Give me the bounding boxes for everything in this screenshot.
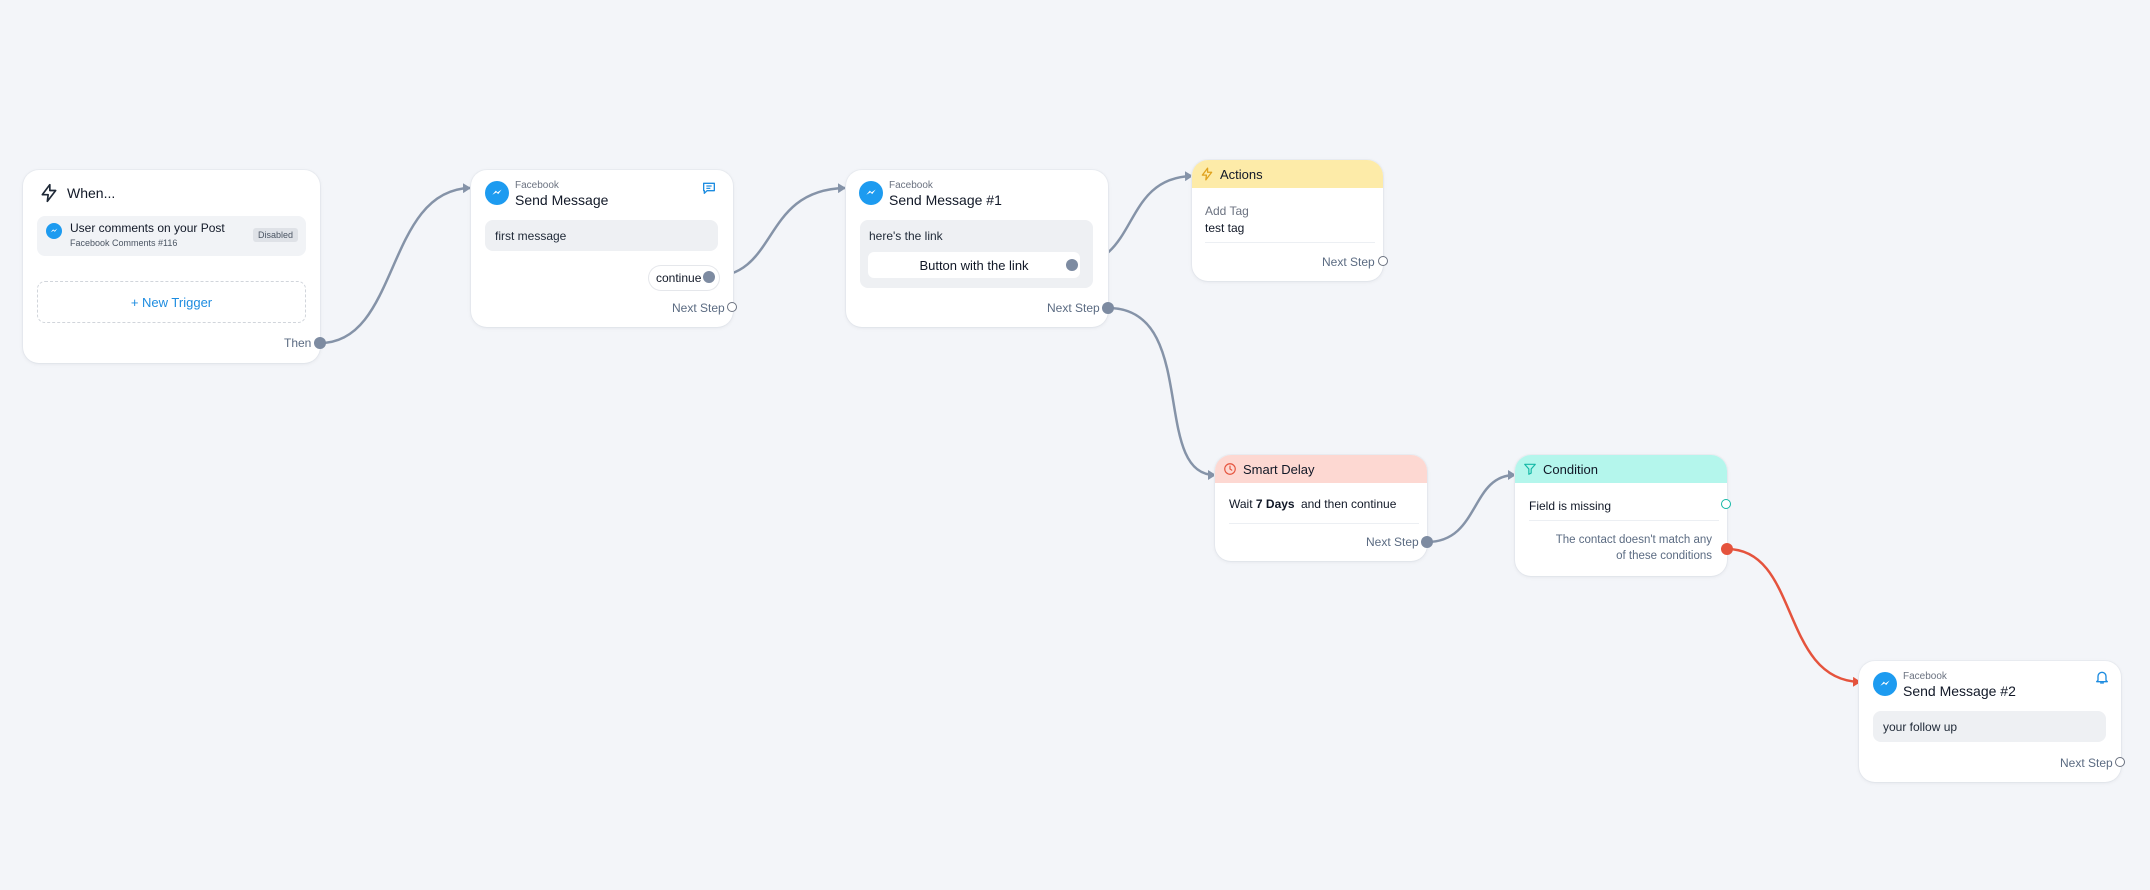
link-button[interactable]: Button with the link bbox=[868, 252, 1080, 278]
actions-title: Actions bbox=[1220, 166, 1263, 182]
trigger-item[interactable]: User comments on your Post Facebook Comm… bbox=[37, 216, 306, 256]
trigger-item-subtitle: Facebook Comments #116 bbox=[70, 238, 178, 248]
then-label: Then bbox=[284, 336, 312, 350]
bolt-icon bbox=[39, 183, 59, 208]
smart-delay-header: Smart Delay bbox=[1215, 455, 1427, 483]
trigger-title: When... bbox=[67, 185, 116, 201]
action-value: test tag bbox=[1205, 221, 1245, 235]
smart-delay-title: Smart Delay bbox=[1243, 461, 1315, 477]
continue-port[interactable] bbox=[703, 271, 715, 283]
link-button-label: Button with the link bbox=[919, 258, 1029, 273]
send-message-1-node[interactable]: Facebook Send Message #1 here's the link… bbox=[846, 170, 1114, 327]
edge-send-message-1-to-smart-delay bbox=[1107, 306, 1216, 480]
platform-label: Facebook bbox=[889, 180, 933, 191]
action-type: Add Tag bbox=[1205, 204, 1249, 218]
platform-label: Facebook bbox=[1903, 671, 1947, 682]
next-step-port[interactable] bbox=[2115, 757, 2125, 767]
send-message-2-node[interactable]: Facebook Send Message #2 your follow up … bbox=[1859, 661, 2125, 782]
messenger-icon bbox=[1873, 672, 1897, 696]
next-step-label: Next Step bbox=[672, 301, 725, 315]
link-button-port[interactable] bbox=[1066, 259, 1078, 271]
condition-else-port[interactable] bbox=[1721, 543, 1733, 555]
message-bubble[interactable]: first message bbox=[485, 220, 718, 251]
message-bubble[interactable]: here's the link Button with the link bbox=[860, 220, 1093, 288]
trigger-node[interactable]: When... User comments on your Post Faceb… bbox=[23, 170, 326, 363]
condition-else-line1: The contact doesn't match any bbox=[1555, 534, 1712, 546]
actions-node[interactable]: Actions Add Tag test tag Next Step bbox=[1192, 160, 1388, 281]
status-badge: Disabled bbox=[253, 228, 299, 242]
chat-bubble-icon[interactable] bbox=[701, 180, 717, 201]
delay-description: Wait 7 Days and then continue bbox=[1229, 497, 1396, 511]
message-text: first message bbox=[495, 229, 567, 243]
message-text: here's the link bbox=[869, 229, 943, 243]
condition-else-line2: of these conditions bbox=[1616, 550, 1712, 562]
messenger-icon bbox=[46, 223, 62, 239]
divider bbox=[1229, 523, 1419, 524]
actions-bolt-icon bbox=[1200, 167, 1214, 181]
platform-label: Facebook bbox=[515, 180, 559, 191]
node-title: Send Message #2 bbox=[1903, 683, 2016, 699]
next-step-port[interactable] bbox=[1378, 256, 1388, 266]
trigger-item-title: User comments on your Post bbox=[70, 221, 225, 235]
then-port[interactable] bbox=[314, 337, 326, 349]
condition-title: Condition bbox=[1543, 461, 1598, 477]
next-step-port[interactable] bbox=[727, 302, 737, 312]
actions-header: Actions bbox=[1192, 160, 1383, 188]
send-message-node[interactable]: Facebook Send Message first message cont… bbox=[471, 170, 737, 327]
condition-true-port[interactable] bbox=[1721, 499, 1731, 509]
divider bbox=[1205, 242, 1375, 243]
next-step-label: Next Step bbox=[1047, 301, 1100, 315]
next-step-label: Next Step bbox=[2060, 756, 2113, 770]
delay-duration[interactable]: 7 Days bbox=[1256, 497, 1295, 511]
delay-prefix: Wait bbox=[1229, 497, 1253, 511]
next-step-port[interactable] bbox=[1421, 536, 1433, 548]
continue-label: continue bbox=[656, 271, 702, 285]
filter-icon bbox=[1523, 462, 1537, 476]
clock-icon bbox=[1223, 462, 1237, 476]
message-text: your follow up bbox=[1883, 720, 1958, 734]
node-title: Send Message bbox=[515, 192, 609, 208]
messenger-icon bbox=[485, 181, 509, 205]
new-trigger-button[interactable]: + New Trigger bbox=[37, 281, 306, 323]
node-title: Send Message #1 bbox=[889, 192, 1002, 208]
next-step-label: Next Step bbox=[1322, 255, 1375, 269]
new-trigger-label: + New Trigger bbox=[130, 294, 213, 310]
messenger-icon bbox=[859, 181, 883, 205]
smart-delay-node[interactable]: Smart Delay Wait 7 Days and then continu… bbox=[1215, 455, 1433, 561]
edge-condition-else-to-send-message-2 bbox=[1726, 547, 1861, 687]
divider bbox=[1529, 520, 1719, 521]
bell-icon[interactable] bbox=[2094, 669, 2110, 690]
condition-header: Condition bbox=[1515, 455, 1727, 483]
message-bubble[interactable]: your follow up bbox=[1873, 711, 2106, 742]
flow-connections bbox=[319, 171, 1861, 687]
edge-trigger-to-send-message bbox=[319, 183, 471, 345]
next-step-label: Next Step bbox=[1366, 535, 1419, 549]
condition-node[interactable]: Condition Field is missing The contact d… bbox=[1515, 455, 1733, 576]
next-step-port[interactable] bbox=[1102, 302, 1114, 314]
edge-smart-delay-to-condition bbox=[1426, 470, 1516, 544]
delay-suffix: and then continue bbox=[1300, 497, 1397, 511]
condition-rule[interactable]: Field is missing bbox=[1529, 499, 1611, 513]
